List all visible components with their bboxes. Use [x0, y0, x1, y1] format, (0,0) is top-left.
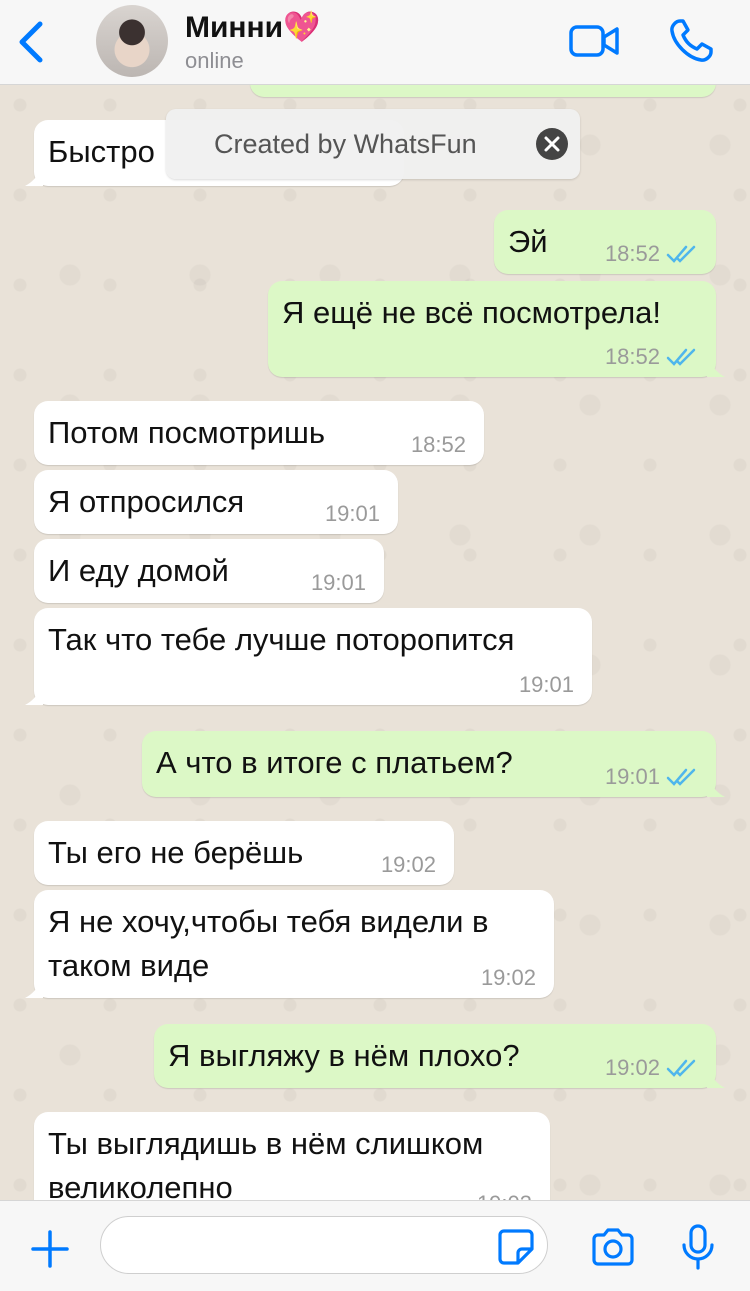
sticker-icon[interactable]	[496, 1227, 536, 1267]
message-meta: 18:52	[605, 242, 698, 266]
message-bubble-partial	[250, 85, 716, 97]
bubble-tail	[707, 779, 725, 797]
message-meta: 18:52	[605, 345, 698, 369]
message-time: 19:03	[477, 1192, 532, 1201]
message-text: Ты выглядишь в нём слишком великолепно	[48, 1126, 492, 1200]
message-time: 19:01	[518, 672, 574, 697]
message-outgoing[interactable]: А что в итоге с платьем? 19:01	[142, 731, 725, 797]
message-incoming[interactable]: И еду домой 19:01	[34, 539, 384, 603]
bubble-tail	[25, 168, 43, 186]
message-text: Я ещё не всё посмотрела!	[282, 295, 662, 330]
bubble-tail	[707, 359, 725, 377]
bubble-tail	[25, 980, 43, 998]
phone-icon[interactable]	[668, 18, 714, 64]
watermark-banner: Created by WhatsFun	[166, 109, 580, 179]
message-time: 18:52	[604, 344, 660, 369]
message-time: 19:02	[380, 852, 436, 877]
chat-header: Минни💖 online	[0, 0, 750, 85]
chat-area[interactable]: Created by WhatsFun Быстро Эй 18:52 Я ещ…	[0, 85, 750, 1200]
bubble-tail	[25, 687, 43, 705]
microphone-icon[interactable]	[680, 1223, 716, 1271]
message-incoming[interactable]: Я не хочу,чтобы тебя видели в таком виде…	[25, 890, 554, 998]
message-incoming[interactable]: Я отпросился 19:01	[34, 470, 398, 534]
close-icon[interactable]	[536, 128, 568, 160]
input-bar	[0, 1200, 750, 1291]
message-time: 19:01	[324, 501, 380, 526]
avatar[interactable]	[96, 5, 168, 77]
contact-name[interactable]: Минни💖	[185, 10, 320, 45]
contact-status: online	[185, 48, 244, 73]
message-incoming[interactable]: Ты выглядишь в нём слишком великолепно 1…	[34, 1112, 550, 1200]
double-check-icon	[666, 348, 696, 366]
plus-icon[interactable]	[30, 1229, 70, 1269]
message-meta: 19:01	[605, 765, 698, 789]
message-text: Я не хочу,чтобы тебя видели в таком виде	[48, 904, 498, 983]
banner-text: Created by WhatsFun	[214, 129, 477, 159]
message-time: 18:52	[604, 241, 660, 266]
double-check-icon	[666, 1059, 696, 1077]
video-camera-icon[interactable]	[568, 24, 620, 58]
message-time: 19:01	[310, 570, 366, 595]
message-outgoing[interactable]: Эй 18:52	[494, 210, 716, 274]
message-time: 18:52	[410, 432, 466, 457]
message-text: Потом посмотришь	[48, 415, 326, 450]
message-time: 19:02	[604, 1055, 660, 1080]
message-time: 19:02	[480, 965, 536, 990]
message-text: Так что тебе лучше поторопится	[48, 622, 515, 657]
bubble-tail	[707, 1070, 725, 1088]
message-time: 19:01	[604, 764, 660, 789]
message-outgoing[interactable]: Я ещё не всё посмотрела! 18:52	[268, 281, 725, 377]
message-incoming[interactable]: Так что тебе лучше поторопится 19:01	[25, 608, 592, 705]
camera-icon[interactable]	[590, 1227, 636, 1267]
message-outgoing[interactable]: Я выгляжу в нём плохо? 19:02	[154, 1024, 725, 1088]
double-check-icon	[666, 245, 696, 263]
message-incoming[interactable]: Потом посмотришь 18:52	[34, 401, 484, 465]
message-input[interactable]	[100, 1216, 548, 1274]
double-check-icon	[666, 768, 696, 786]
message-incoming[interactable]: Ты его не берёшь 19:02	[34, 821, 454, 885]
chevron-left-icon[interactable]	[16, 20, 46, 64]
message-meta: 19:02	[605, 1056, 698, 1080]
